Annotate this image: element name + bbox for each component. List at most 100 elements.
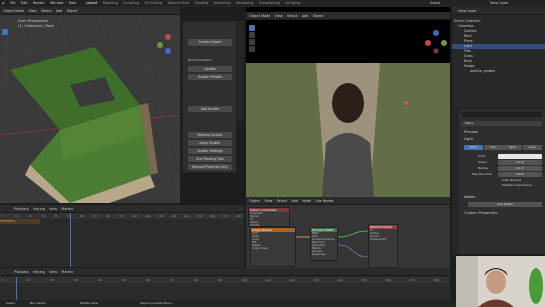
dopesheet-playback-menu[interactable]: Playback bbox=[14, 205, 29, 213]
menu-render[interactable]: Render bbox=[33, 0, 45, 7]
dopesheet-marker-menu[interactable]: Marker bbox=[61, 205, 73, 213]
multiple-importance-checkbox[interactable]: Multiple Importance bbox=[502, 183, 532, 188]
wind-animation-checkbox[interactable]: Wind Animation bbox=[188, 58, 232, 63]
outliner-row[interactable]: particle_system bbox=[452, 69, 545, 74]
scatter-object-button[interactable]: Scatter Object bbox=[188, 39, 232, 46]
view-layer-selector[interactable]: View Layer bbox=[490, 0, 509, 7]
frame-number: 30 bbox=[74, 278, 78, 282]
section-preview[interactable]: Preview bbox=[464, 130, 478, 135]
menu-object-right[interactable]: Object bbox=[313, 12, 324, 20]
dopesheet-playhead[interactable] bbox=[70, 213, 71, 267]
section-nodes[interactable]: Nodes bbox=[464, 195, 475, 200]
tool-shelf bbox=[2, 29, 9, 85]
viewport-left[interactable]: Object Mode View Select Add Object User … bbox=[0, 7, 180, 203]
properties-editor[interactable]: Plane Preview Light Point Sun Spot Area … bbox=[452, 109, 545, 254]
update-button[interactable]: Update bbox=[188, 66, 232, 72]
menu-help[interactable]: Help bbox=[69, 0, 77, 7]
timeline-playback-menu[interactable]: Playback bbox=[14, 268, 29, 276]
frame-number: 0 bbox=[2, 278, 4, 282]
tab-shading[interactable]: Shading bbox=[195, 0, 209, 7]
tab-uv-editing[interactable]: UV Editing bbox=[144, 0, 162, 7]
blender-logo-icon[interactable]: ◆ bbox=[2, 0, 5, 7]
rotate-tool-icon-right[interactable] bbox=[249, 46, 255, 52]
light-type-spot[interactable]: Spot bbox=[503, 145, 522, 150]
scatter-settings-button[interactable]: Scatter Settings bbox=[188, 148, 232, 154]
navigation-gizmo[interactable] bbox=[424, 29, 448, 55]
properties-search-input[interactable] bbox=[462, 112, 542, 117]
run-painting-tool-button[interactable]: Run Painting Tool bbox=[188, 156, 232, 162]
apply-scatter-button[interactable]: Apply Scatter bbox=[188, 140, 232, 146]
section-light[interactable]: Light bbox=[464, 137, 473, 142]
viewport-right[interactable]: Object Mode View Select Add Object bbox=[246, 7, 450, 197]
power-field[interactable]: 10 W bbox=[498, 160, 542, 165]
move-tool-icon-right[interactable] bbox=[249, 39, 255, 45]
menu-view-right[interactable]: View bbox=[275, 12, 283, 20]
frame-number: 170 bbox=[223, 214, 229, 218]
select-tool-icon-right[interactable] bbox=[249, 25, 255, 31]
frame-number: 70 bbox=[93, 214, 97, 218]
radius-field[interactable]: 0.1 m bbox=[498, 166, 542, 171]
dopesheet-keying-menu[interactable]: Keying bbox=[33, 205, 44, 213]
tab-layout[interactable]: Layout bbox=[86, 0, 98, 7]
timeline[interactable]: Playback Keying View Marker 0 10 20 30 40 50 6… bbox=[0, 268, 450, 300]
mode-dropdown[interactable]: Object Mode bbox=[3, 7, 24, 15]
dopesheet-summary-row[interactable]: Summary bbox=[0, 219, 40, 224]
menu-edit[interactable]: Edit bbox=[21, 0, 28, 7]
timeline-playhead[interactable] bbox=[16, 277, 17, 300]
menu-view[interactable]: View bbox=[29, 7, 37, 15]
section-custom-properties[interactable]: Custom Properties bbox=[464, 211, 497, 216]
transform-tool-icon[interactable] bbox=[2, 64, 8, 70]
node-editor[interactable]: Object View Select Add Node Use Nodes Te… bbox=[246, 197, 450, 273]
outliner[interactable]: View Layer Scene Collection Collection C… bbox=[452, 7, 545, 108]
menu-window[interactable]: Window bbox=[50, 0, 63, 7]
max-bounces-label: Max Bounces bbox=[472, 172, 492, 176]
cursor-tool-icon[interactable] bbox=[2, 36, 8, 42]
move-tool-icon[interactable] bbox=[2, 43, 8, 49]
use-nodes-button[interactable]: Use Nodes bbox=[468, 202, 542, 207]
menu-select-right[interactable]: Select bbox=[287, 12, 297, 20]
timeline-marker-menu[interactable]: Marker bbox=[61, 268, 73, 276]
light-type-sun[interactable]: Sun bbox=[483, 145, 503, 150]
menu-add[interactable]: Add bbox=[56, 7, 63, 15]
annotate-tool-icon[interactable] bbox=[2, 71, 8, 77]
timeline-keying-menu[interactable]: Keying bbox=[33, 268, 44, 276]
select-box-tool-icon[interactable] bbox=[2, 29, 8, 35]
frame-number: 130 bbox=[171, 214, 177, 218]
tab-rendering[interactable]: Rendering bbox=[236, 0, 253, 7]
tab-compositing[interactable]: Compositing bbox=[259, 0, 280, 7]
menu-file[interactable]: File bbox=[10, 0, 16, 7]
menu-object[interactable]: Object bbox=[67, 7, 78, 15]
webcam-image bbox=[456, 256, 545, 307]
measure-tool-icon[interactable] bbox=[2, 78, 8, 84]
tab-texture-paint[interactable]: Texture Paint bbox=[167, 0, 189, 7]
light-type-area[interactable]: Area bbox=[522, 145, 542, 150]
dopesheet[interactable]: Playback Keying View Marker 0 10 20 30 40 50 6… bbox=[0, 205, 244, 267]
add-scatter-button[interactable]: Add Scatter bbox=[188, 106, 232, 112]
max-bounces-field[interactable]: 1024 bbox=[498, 172, 542, 177]
mode-dropdown-right[interactable]: Object Mode bbox=[249, 12, 270, 20]
tab-sculpting[interactable]: Sculpting bbox=[123, 0, 139, 7]
color-swatch[interactable] bbox=[498, 154, 542, 159]
tab-modeling[interactable]: Modeling bbox=[103, 0, 118, 7]
timeline-view-menu[interactable]: View bbox=[49, 268, 57, 276]
menu-add-right[interactable]: Add bbox=[302, 12, 309, 20]
menu-select[interactable]: Select bbox=[41, 7, 51, 15]
tab-scripting[interactable]: Scripting bbox=[285, 0, 300, 7]
light-type-point[interactable]: Point bbox=[464, 145, 483, 150]
tab-animation[interactable]: Animation bbox=[214, 0, 231, 7]
scale-tool-icon[interactable] bbox=[2, 57, 8, 63]
cursor-tool-icon-right[interactable] bbox=[249, 32, 255, 38]
remove-scatter-button[interactable]: Remove Scatter bbox=[188, 132, 232, 138]
frame-number: 170 bbox=[410, 278, 416, 282]
scene-selector[interactable]: Scene bbox=[430, 0, 440, 7]
remove-particles-button[interactable]: Remove Particles Only bbox=[188, 164, 232, 170]
viewport-left-header: Object Mode View Select Add Object bbox=[0, 7, 180, 15]
object-name-field[interactable]: Plane bbox=[462, 121, 542, 126]
dopesheet-view-menu[interactable]: View bbox=[49, 205, 57, 213]
rotate-tool-icon[interactable] bbox=[2, 50, 8, 56]
frame-number: 90 bbox=[218, 278, 222, 282]
scatter-presets-dropdown[interactable]: Scatter Presets bbox=[188, 74, 232, 80]
color-label: Color bbox=[478, 154, 486, 158]
outliner-tree: Scene Collection Collection Camera Rock … bbox=[452, 19, 545, 74]
frame-number: 100 bbox=[132, 214, 138, 218]
